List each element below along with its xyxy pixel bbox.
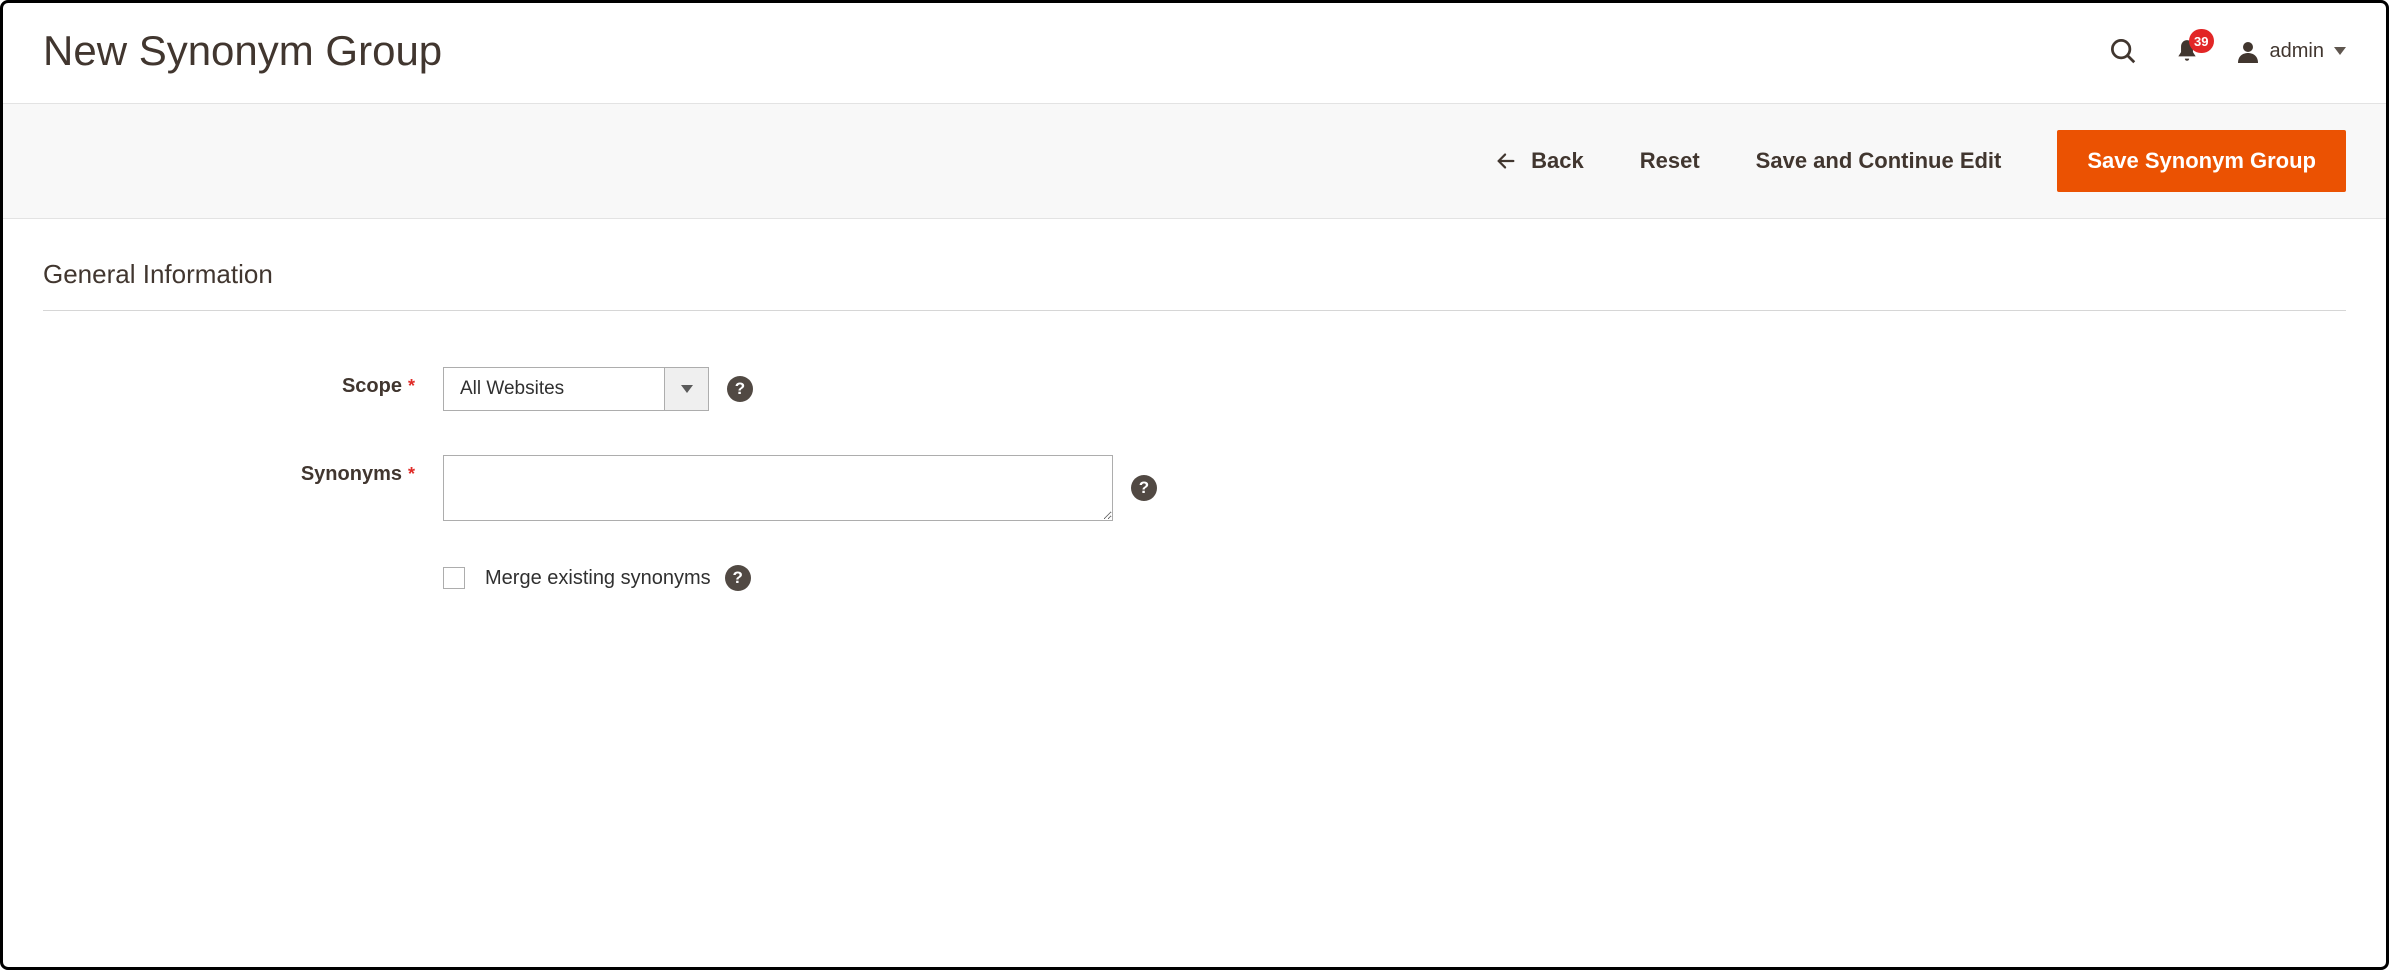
scope-select-toggle[interactable] [664, 368, 708, 410]
help-icon[interactable]: ? [727, 376, 753, 402]
notification-badge: 39 [2189, 29, 2213, 53]
save-button[interactable]: Save Synonym Group [2057, 130, 2346, 192]
save-continue-button[interactable]: Save and Continue Edit [1756, 148, 2002, 174]
scope-select-value: All Websites [444, 368, 664, 410]
notifications-icon[interactable]: 39 [2174, 37, 2200, 65]
synonyms-label: Synonyms [301, 463, 402, 485]
chevron-down-icon [681, 385, 693, 393]
synonyms-textarea[interactable] [443, 455, 1113, 521]
scope-label: Scope [342, 375, 402, 397]
page-title: New Synonym Group [43, 27, 442, 75]
required-marker: * [408, 376, 415, 396]
chevron-down-icon [2334, 47, 2346, 55]
search-icon[interactable] [2108, 36, 2138, 66]
arrow-left-icon [1495, 150, 1517, 172]
section-title: General Information [43, 259, 2346, 311]
back-button[interactable]: Back [1495, 148, 1584, 174]
merge-checkbox-label: Merge existing synonyms [485, 567, 711, 590]
merge-checkbox[interactable] [443, 567, 465, 589]
required-marker: * [408, 464, 415, 484]
back-label: Back [1531, 148, 1584, 174]
user-icon [2236, 39, 2260, 63]
reset-button[interactable]: Reset [1640, 148, 1700, 174]
user-menu[interactable]: admin [2236, 39, 2346, 63]
scope-select[interactable]: All Websites [443, 367, 709, 411]
help-icon[interactable]: ? [725, 565, 751, 591]
help-icon[interactable]: ? [1131, 475, 1157, 501]
user-name-label: admin [2270, 40, 2324, 63]
